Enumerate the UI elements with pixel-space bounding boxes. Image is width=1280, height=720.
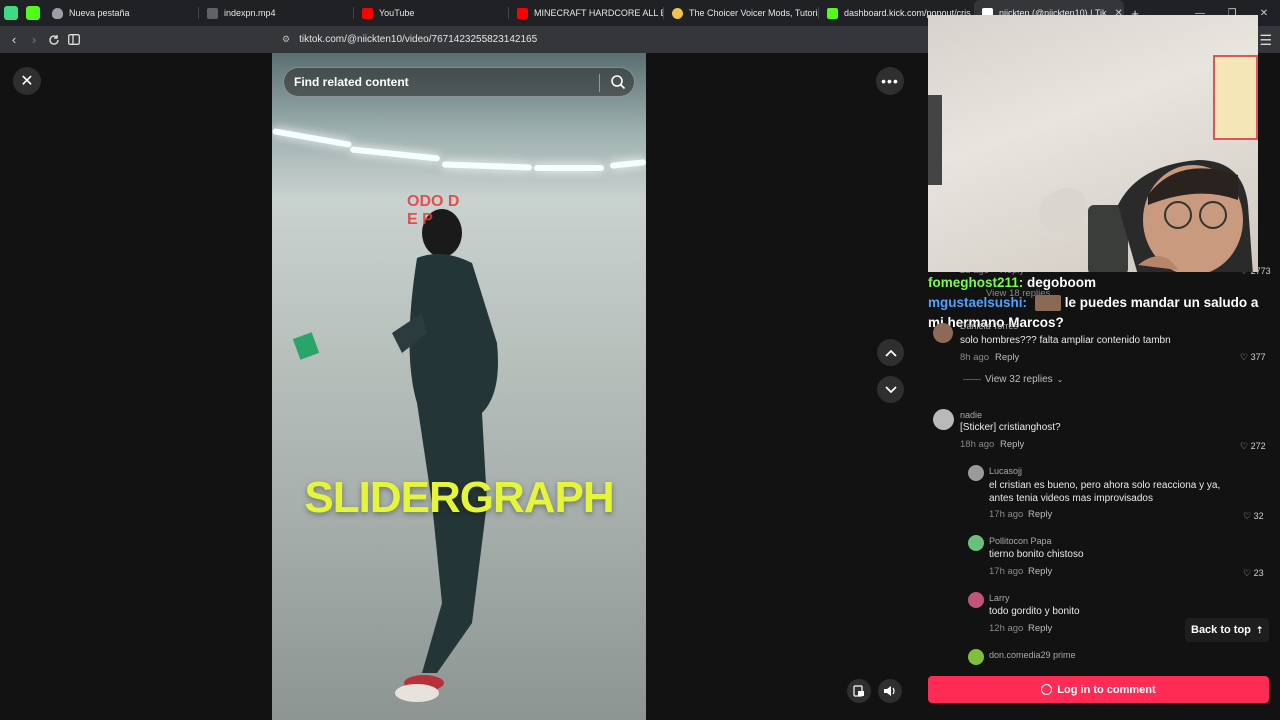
reply-link[interactable]: Reply	[1028, 566, 1052, 577]
comment-text: [Sticker] cristianghost?	[960, 422, 1061, 433]
emote-icon	[1034, 295, 1061, 312]
like-button[interactable]: ♡ 23	[1243, 568, 1264, 579]
tab-nueva-pestana[interactable]: Nueva pestaña	[44, 0, 199, 26]
close-video-button[interactable]: ✕	[13, 67, 41, 95]
comment-time: 18h ago	[960, 439, 995, 450]
heart-icon: ♡	[1243, 568, 1252, 578]
heart-icon: ♡	[1240, 352, 1249, 362]
file-icon	[207, 7, 218, 19]
chat-line: fomeghost211: degoboom	[928, 275, 1097, 290]
heart-icon: ♡	[1240, 441, 1249, 451]
chat-username: fomeghost211	[928, 275, 1019, 290]
youtube-icon	[362, 7, 373, 19]
chat-message: degoboom	[1027, 275, 1097, 290]
reply-link[interactable]: Reply	[995, 352, 1019, 363]
reply-link[interactable]: Reply	[1028, 623, 1052, 634]
site-info-icon[interactable]: ⚙	[282, 34, 290, 45]
browser-menu-icon[interactable]: ☰	[1259, 32, 1272, 49]
chevron-down-icon	[884, 385, 897, 393]
tab-indexpn[interactable]: indexpn.mp4	[199, 0, 354, 26]
youtube-icon	[517, 7, 528, 19]
avatar[interactable]	[968, 535, 984, 551]
previous-video-button[interactable]	[877, 339, 904, 366]
video-person	[392, 209, 498, 702]
reload-icon[interactable]	[44, 26, 64, 53]
reply-username[interactable]: Larry	[989, 593, 1010, 603]
shield-icon	[52, 7, 63, 19]
avatar[interactable]	[933, 323, 953, 343]
chevron-down-icon: ⌄	[1056, 375, 1064, 384]
avatar[interactable]	[968, 592, 984, 608]
heart-icon: ♡	[1243, 511, 1252, 521]
reply-time: 17h ago	[989, 566, 1024, 577]
reply-link[interactable]: Reply	[1028, 509, 1052, 520]
tab-minecraft[interactable]: MINECRAFT HARDCORE ALL BOSS	[509, 0, 664, 26]
comments-panel: 2d ago Reply ♡ 2773 View 18 replies	[918, 15, 1280, 720]
reply-time: 17h ago	[989, 509, 1024, 520]
reply-username[interactable]: Pollitocon Papa	[989, 536, 1052, 546]
search-placeholder: Find related content	[294, 75, 409, 89]
arrow-up-icon: ⇡	[1255, 624, 1264, 635]
comment-username[interactable]: nadie	[960, 410, 982, 420]
extension-puzzle-icon[interactable]	[0, 0, 22, 26]
search-icon[interactable]	[610, 74, 626, 93]
ceiling-lights	[272, 113, 646, 183]
reply-link[interactable]: Reply	[1000, 439, 1024, 450]
reply-username[interactable]: Lucasojj	[989, 466, 1022, 476]
reply-time: 12h ago	[989, 623, 1024, 634]
split-view-icon[interactable]	[64, 26, 84, 53]
avatar[interactable]	[968, 649, 984, 665]
moon-icon	[672, 7, 683, 19]
tiktok-page: ✕ ODO D E P SLIDERGRAPH Find related con…	[0, 15, 1280, 720]
webcam-overlay	[928, 15, 1258, 272]
comment-icon	[1041, 684, 1053, 695]
tab-choicer-voicer[interactable]: The Choicer Voicer Mods, Tutorials	[664, 0, 819, 26]
avatar[interactable]	[968, 465, 984, 481]
like-button[interactable]: ♡ 32	[1243, 511, 1264, 522]
reply-username[interactable]: don.comedia29 prime	[989, 650, 1076, 660]
flying-card	[292, 332, 320, 360]
kick-extension-icon[interactable]	[22, 0, 44, 26]
find-related-search[interactable]: Find related content	[283, 67, 635, 97]
comment-time: 8h ago	[960, 352, 990, 363]
chat-username: mgustaelsushi	[928, 295, 1023, 310]
avatar[interactable]	[933, 409, 954, 430]
back-to-top-button[interactable]: Back to top ⇡	[1185, 618, 1270, 642]
reply-text: el cristian es bueno, pero ahora solo re…	[989, 480, 1221, 504]
video-caption: SLIDERGRAPH	[304, 473, 614, 522]
reply-text: todo gordito y bonito	[989, 606, 1080, 617]
video-red-caption: ODO D E P	[407, 193, 460, 228]
forward-arrow-icon[interactable]: ›	[24, 26, 44, 53]
login-to-comment-button[interactable]: Log in to comment	[928, 676, 1269, 703]
reply-text: tierno bonito chistoso	[989, 549, 1084, 560]
chevron-up-icon	[884, 349, 897, 357]
like-button[interactable]: ♡ 272	[1240, 441, 1266, 452]
volume-button[interactable]	[878, 679, 902, 703]
streamer	[1088, 160, 1253, 272]
comment-username[interactable]: Daniela Torres	[960, 321, 1018, 331]
close-icon: ✕	[20, 73, 34, 90]
picture-in-picture-icon	[853, 685, 864, 697]
next-video-button[interactable]	[877, 376, 904, 403]
kick-icon	[827, 7, 838, 19]
view-replies-link[interactable]: View 32 replies ⌄	[963, 374, 1063, 385]
volume-icon	[884, 686, 895, 696]
more-icon: •••	[881, 73, 899, 89]
tab-youtube[interactable]: YouTube	[354, 0, 509, 26]
pip-button[interactable]	[847, 679, 871, 703]
like-button[interactable]: ♡ 377	[1240, 352, 1266, 363]
url-text: tiktok.com/@niickten10/video/76714232558…	[299, 34, 538, 45]
url-field[interactable]: ⚙ tiktok.com/@niickten10/video/767142325…	[282, 29, 922, 50]
back-arrow-icon[interactable]: ‹	[4, 26, 24, 53]
wall-poster	[1213, 55, 1258, 140]
wall-frame	[928, 95, 942, 185]
comment-text: solo hombres??? falta ampliar contenido …	[960, 335, 1171, 346]
more-options-button[interactable]: •••	[876, 67, 904, 95]
video-player[interactable]: ODO D E P SLIDERGRAPH Find related conte…	[272, 53, 646, 720]
